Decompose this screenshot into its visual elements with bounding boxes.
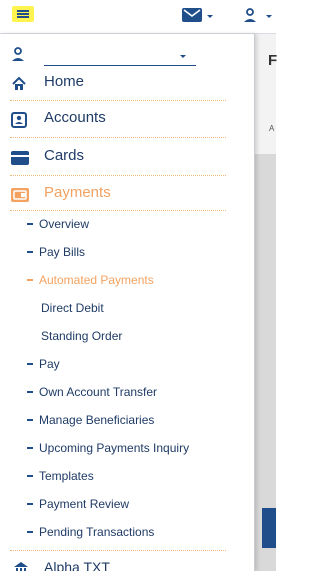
top-bar: [0, 0, 276, 34]
submenu-item-automated-payments[interactable]: Automated Payments: [0, 271, 254, 291]
menu-item-home[interactable]: Home: [0, 71, 254, 97]
card-icon: [11, 150, 29, 166]
submenu-item-own-account-transfer[interactable]: Own Account Transfer: [0, 383, 254, 403]
menu-item-alpha-txt[interactable]: Alpha TXT: [0, 556, 254, 571]
menu-item-payments[interactable]: Payments: [0, 182, 254, 208]
hamburger-icon[interactable]: [12, 6, 34, 22]
submenu-item-manage-beneficiaries[interactable]: Manage Beneficiaries: [0, 411, 254, 431]
submenu-item-pay-bills[interactable]: Pay Bills: [0, 243, 254, 263]
submenu-item-direct-debit[interactable]: Direct Debit: [0, 299, 254, 319]
user-row: [0, 44, 254, 67]
background-button: [262, 508, 276, 548]
mail-dropdown-caret-icon[interactable]: [207, 15, 213, 18]
submenu-item-pending-transactions[interactable]: Pending Transactions: [0, 523, 254, 543]
home-icon: [11, 76, 27, 92]
menu-item-cards[interactable]: Cards: [0, 145, 254, 171]
menu-item-label: Alpha TXT: [44, 559, 110, 571]
submenu-item-label: Manage Beneficiaries: [39, 413, 155, 427]
menu-item-label: Payments: [44, 184, 111, 201]
bullet-dash: [27, 475, 33, 477]
bullet-dash: [27, 531, 33, 533]
submenu-item-label: Pending Transactions: [39, 525, 155, 539]
chevron-down-icon: [180, 55, 186, 58]
submenu-item-label: Automated Payments: [39, 273, 154, 287]
user-icon[interactable]: [243, 8, 257, 28]
bullet-dash: [27, 223, 33, 225]
bullet-dash: [27, 363, 33, 365]
submenu-item-payment-review[interactable]: Payment Review: [0, 495, 254, 515]
bullet-dash: [27, 391, 33, 393]
menu-item-label: Cards: [44, 147, 85, 164]
submenu-item-upcoming-payments-inquiry[interactable]: Upcoming Payments Inquiry: [0, 439, 254, 459]
accounts-icon: [11, 112, 27, 128]
bullet-dash: [27, 447, 33, 449]
bullet-dash: [27, 251, 33, 253]
menu-divider: [10, 210, 226, 211]
submenu-item-label: Standing Order: [41, 329, 123, 343]
bullet-dash: [27, 279, 33, 281]
submenu-item-label: Own Account Transfer: [39, 385, 158, 399]
submenu-item-label: Pay: [39, 357, 60, 371]
user-dropdown-caret-icon[interactable]: [266, 15, 272, 18]
submenu-item-label: Upcoming Payments Inquiry: [39, 441, 190, 455]
menu-item-label: Accounts: [44, 109, 106, 126]
submenu-item-overview[interactable]: Overview: [0, 215, 254, 235]
background-heading: F: [268, 52, 278, 69]
menu-divider: [10, 100, 226, 101]
submenu-item-label: Overview: [39, 217, 90, 231]
submenu-item-label: Templates: [39, 469, 94, 483]
submenu-item-pay[interactable]: Pay: [0, 355, 254, 375]
bullet-dash: [27, 419, 33, 421]
menu-item-label: Home: [44, 73, 85, 90]
menu-item-accounts[interactable]: Accounts: [0, 107, 254, 133]
navigation-drawer: Home Accounts Cards Payments Overview Pa…: [0, 34, 255, 571]
menu-divider: [10, 137, 226, 138]
user-select[interactable]: [44, 50, 196, 66]
mail-icon[interactable]: [182, 8, 202, 22]
submenu-item-templates[interactable]: Templates: [0, 467, 254, 487]
menu-divider: [10, 550, 226, 551]
submenu-item-standing-order[interactable]: Standing Order: [0, 327, 254, 347]
user-icon: [11, 47, 25, 67]
building-icon: [13, 560, 29, 571]
menu-divider: [10, 175, 226, 176]
bullet-dash: [27, 503, 33, 505]
submenu-item-label: Direct Debit: [41, 301, 104, 315]
background-text: A: [269, 124, 275, 133]
submenu-item-label: Pay Bills: [39, 245, 86, 259]
submenu-item-label: Payment Review: [39, 497, 130, 511]
payments-icon: [11, 187, 29, 203]
